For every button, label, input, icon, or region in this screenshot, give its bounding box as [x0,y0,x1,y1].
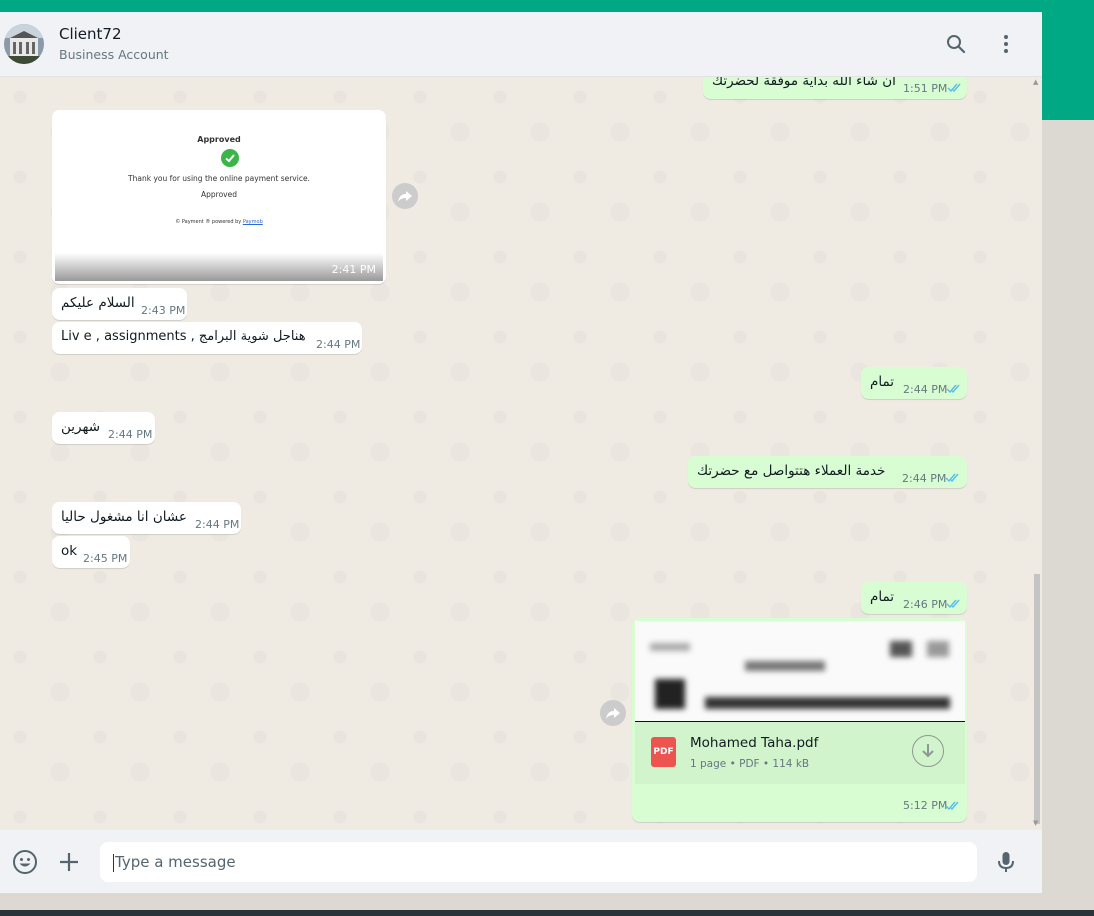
message-list[interactable]: ان شاء الله بداية موفقة لحضرتك 1:51 PM A… [0,77,1042,830]
scrollbar-thumb[interactable] [1034,574,1040,824]
forward-icon[interactable] [392,183,418,209]
read-ticks-icon [945,473,959,483]
message-bubble[interactable]: تمام 2:46 PM [861,582,967,614]
message-text: تمام [870,589,895,605]
message-text: السلام عليكم [61,295,135,311]
check-circle-icon [221,149,239,167]
blurred-preview-block [705,697,950,709]
message-bubble[interactable]: شهرين 2:44 PM [52,412,155,444]
message-time: 2:44 PM [195,518,240,531]
image-footer-prefix: © Payment ® powered by [175,219,242,225]
search-icon[interactable] [944,32,968,56]
message-text: هناجل شوية البرامج , Liv e , assignments [61,329,306,344]
image-body: Thank you for using the online payment s… [128,174,310,183]
contact-name[interactable]: Client72 [59,25,122,43]
message-bubble[interactable]: خدمة العملاء هتتواصل مع حضرتك 2:44 PM [688,456,967,488]
pdf-file-icon: PDF [651,737,676,767]
chat-window: Client72 Business Account ان شاء الله بد… [0,12,1042,893]
microphone-icon[interactable] [993,849,1019,875]
contact-subtitle: Business Account [59,47,169,62]
document-message[interactable]: PDF Mohamed Taha.pdf 1 page • PDF • 114 … [632,618,967,822]
chat-header: Client72 Business Account [0,12,1042,77]
message-time: 2:44 PM [903,383,948,396]
message-text: ok [61,543,78,559]
message-time: 2:44 PM [316,338,361,351]
message-composer [0,830,1042,893]
emoji-icon[interactable] [12,849,38,875]
message-bubble[interactable]: تمام 2:44 PM [861,367,967,399]
scroll-down-arrow-icon[interactable]: ▼ [1033,819,1038,827]
download-icon[interactable] [912,735,944,767]
message-input[interactable] [100,842,977,882]
read-ticks-icon [945,801,959,811]
image-status: Approved [201,190,237,199]
blurred-preview-block [650,643,690,651]
message-bubble[interactable]: ok 2:45 PM [52,536,130,568]
read-ticks-icon [946,599,960,609]
message-time: 2:44 PM [108,428,153,441]
image-footer-link: Paymob [242,219,263,225]
message-time: 2:46 PM [903,598,948,611]
message-time: 2:45 PM [83,552,128,565]
message-bubble[interactable]: ان شاء الله بداية موفقة لحضرتك 1:51 PM [703,77,967,99]
image-title: Approved [197,135,241,144]
scroll-up-arrow-icon[interactable]: ▲ [1033,78,1038,86]
message-time: 2:41 PM [331,263,376,276]
message-bubble[interactable]: عشان انا مشغول حاليا 2:44 PM [52,502,241,534]
right-accent-band [1042,0,1094,120]
message-text: شهرين [61,419,101,435]
blurred-preview-block [655,679,685,709]
forward-icon[interactable] [600,700,626,726]
top-accent-band [0,0,1094,12]
image-footer: © Payment ® powered by Paymob [55,219,383,225]
avatar[interactable] [4,24,44,64]
message-bubble[interactable]: هناجل شوية البرامج , Liv e , assignments… [52,322,362,354]
message-time: 1:51 PM [903,82,948,95]
file-meta: 1 page • PDF • 114 kB [690,758,810,770]
message-time: 2:44 PM [902,472,947,485]
blurred-preview-block [745,661,825,671]
message-bubble[interactable]: السلام عليكم 2:43 PM [52,288,187,320]
blurred-preview-block [927,641,949,657]
file-name: Mohamed Taha.pdf [690,735,819,751]
message-text: تمام [870,374,895,390]
message-time: 5:12 PM [903,799,948,812]
bottom-bar [0,910,1094,916]
image-message[interactable]: Approved Thank you for using the online … [52,110,386,284]
message-text: عشان انا مشغول حاليا [61,509,187,525]
menu-icon[interactable] [994,32,1018,56]
message-text: خدمة العملاء هتتواصل مع حضرتك [697,463,886,479]
text-caret [113,854,114,872]
pdf-preview[interactable] [635,621,965,722]
blurred-preview-block [890,641,912,657]
read-ticks-icon [947,83,961,93]
attach-plus-icon[interactable] [56,849,82,875]
message-text: ان شاء الله بداية موفقة لحضرتك [712,77,896,89]
message-time: 2:43 PM [141,304,186,317]
read-ticks-icon [946,384,960,394]
file-info-card[interactable]: PDF Mohamed Taha.pdf 1 page • PDF • 114 … [635,722,965,784]
payment-screenshot[interactable]: Approved Thank you for using the online … [55,113,383,281]
